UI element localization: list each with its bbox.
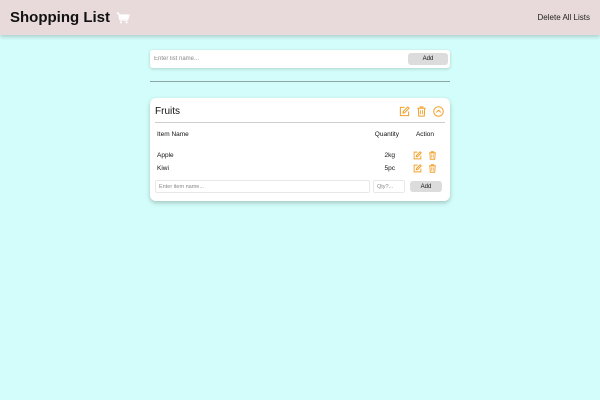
list-title: Fruits [155,106,180,117]
list-actions [399,106,445,117]
add-item-button[interactable]: Add [410,181,442,192]
item-actions [407,151,443,160]
edit-icon[interactable] [413,164,422,173]
item-quantity: 2kg [384,152,395,159]
list-card-header: Fruits [155,102,445,121]
items-table: Item Name Quantity Action Apple 2kg Kiwi… [157,129,443,175]
trash-icon[interactable] [416,106,427,117]
new-list-form: Add [150,50,450,68]
item-qty-input[interactable] [373,180,405,193]
table-row: Kiwi 5pc [157,162,443,175]
delete-all-lists-button[interactable]: Delete All Lists [538,13,590,22]
add-item-form: Add [155,180,445,193]
item-name: Kiwi [157,165,169,172]
column-header-quantity: Quantity [374,130,399,138]
edit-icon[interactable] [413,151,422,160]
brand: Shopping List [10,9,130,26]
item-name-input[interactable] [155,180,370,193]
item-actions [407,164,443,173]
edit-icon[interactable] [399,106,410,117]
table-header: Item Name Quantity Action [157,129,443,139]
add-list-button[interactable]: Add [408,53,448,65]
item-quantity: 5pc [384,165,395,172]
divider [150,81,450,82]
cart-icon [116,11,130,24]
column-header-item-name: Item Name [157,130,189,138]
list-card-fruits: Fruits Item Name Quantity Action Apple 2… [150,98,450,201]
collapse-chevron-up-icon[interactable] [433,106,444,117]
trash-icon[interactable] [428,151,437,160]
trash-icon[interactable] [428,164,437,173]
card-divider [155,122,445,123]
app-title: Shopping List [10,9,110,26]
column-header-action: Action [415,130,435,138]
table-row: Apple 2kg [157,149,443,162]
item-name: Apple [157,152,174,159]
app-header: Shopping List Delete All Lists [0,0,600,35]
list-name-input[interactable] [154,52,408,66]
